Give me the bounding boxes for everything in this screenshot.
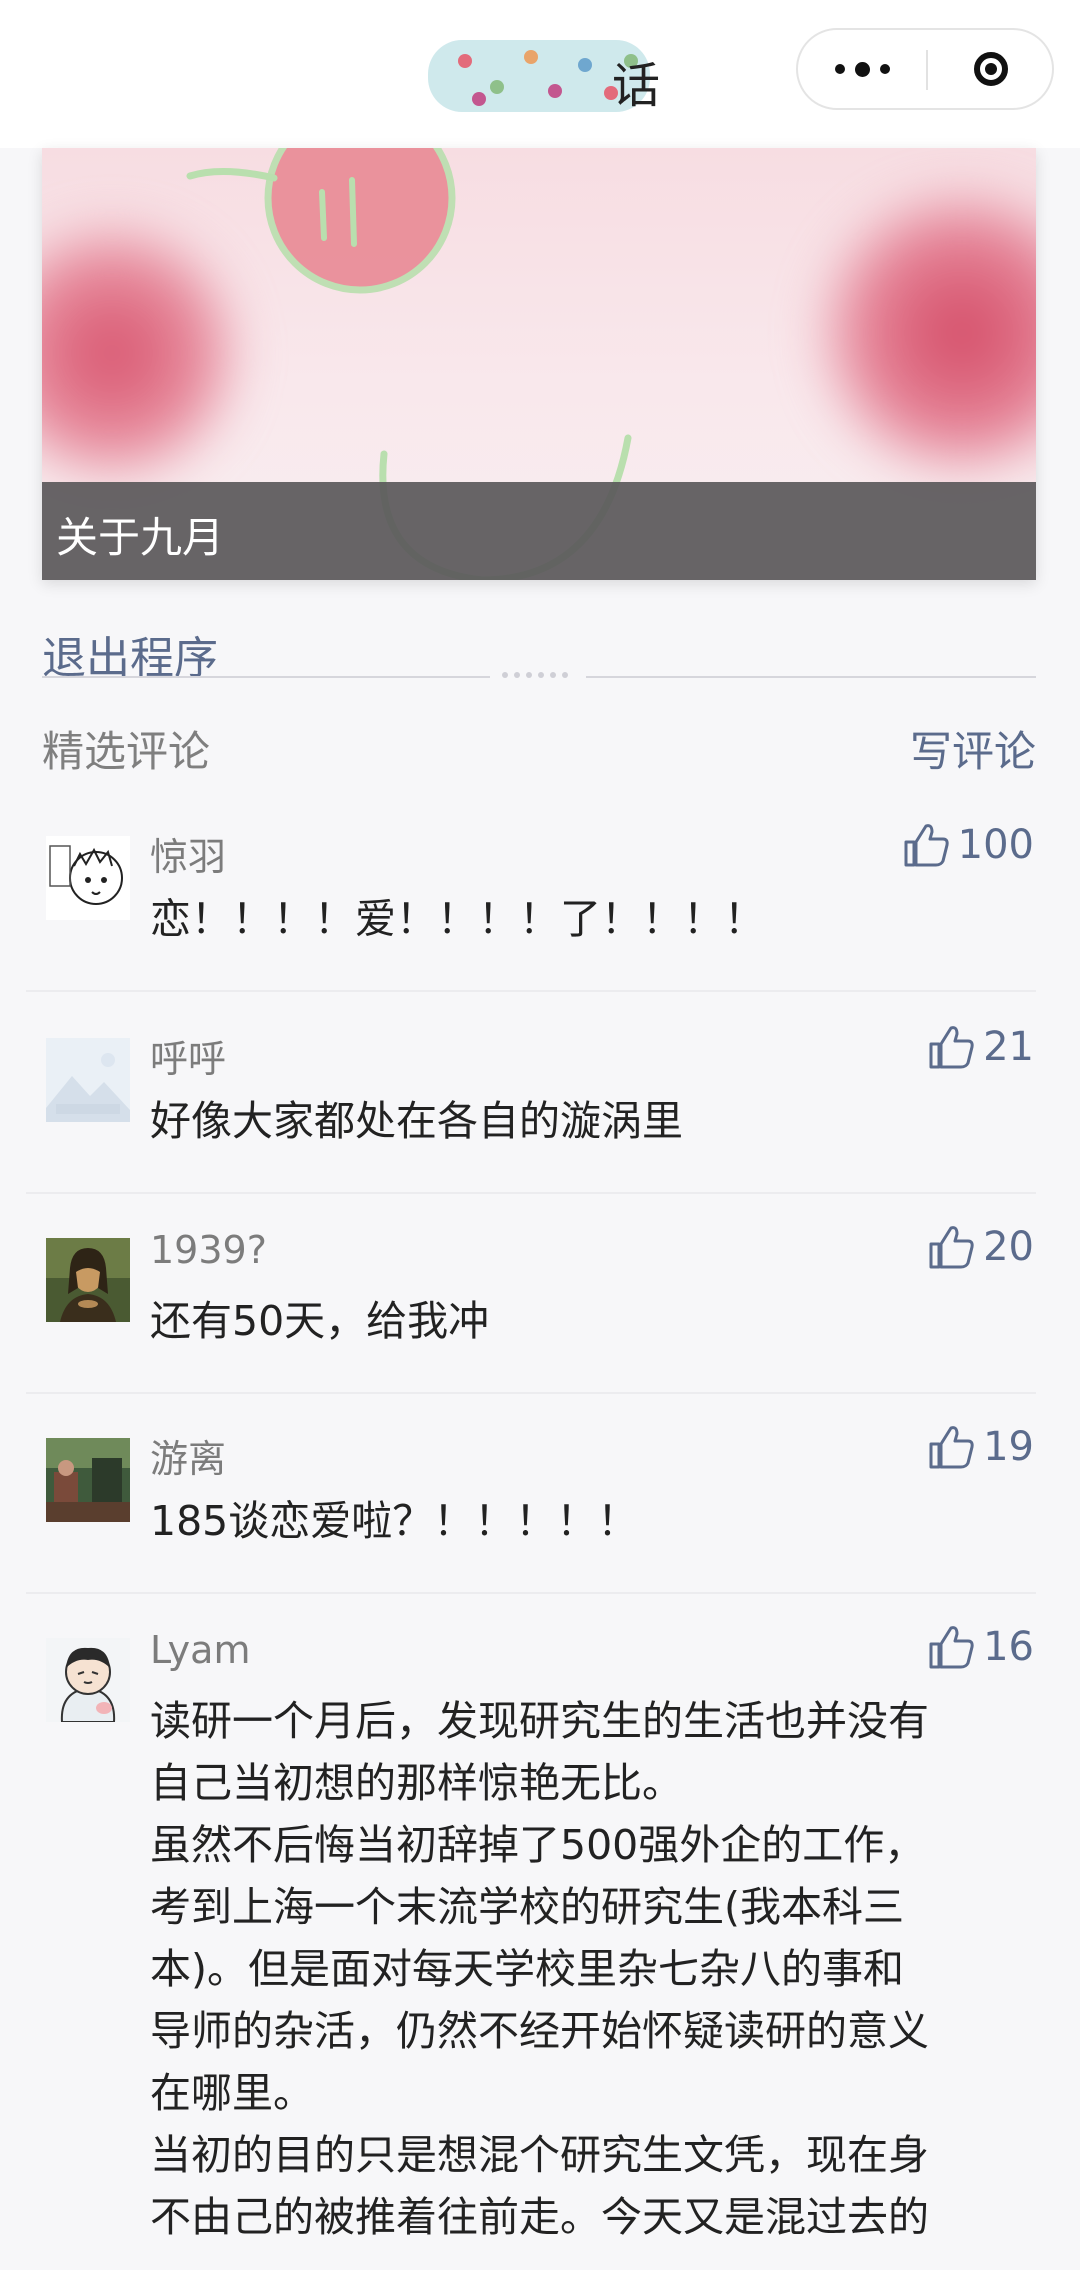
comment-divider xyxy=(26,1392,1036,1394)
avatar[interactable] xyxy=(46,1438,130,1522)
like-count: 21 xyxy=(983,1024,1034,1070)
comment-text: 恋！！！！爱！！！！了！！！！ xyxy=(150,895,765,943)
like-count: 16 xyxy=(983,1624,1034,1670)
divider-line-right xyxy=(586,676,1036,678)
divider-dots xyxy=(502,672,574,678)
comment-nickname: 1939? xyxy=(150,1228,267,1272)
avatar[interactable] xyxy=(46,1238,130,1322)
featured-comments-title: 精选评论 xyxy=(42,727,211,776)
thumbs-up-icon xyxy=(929,1426,974,1469)
comment-text: 读研一个月后，发现研究生的生活也并没有 自己当初想的那样惊艳无比。 虽然不后悔当… xyxy=(150,1697,929,2241)
comment-nickname: 呼呼 xyxy=(150,1037,227,1081)
more-dots-icon-center xyxy=(854,61,870,77)
more-dots-icon xyxy=(834,64,845,74)
like-count: 100 xyxy=(957,822,1034,868)
comment-text: 好像大家都处在各自的漩涡里 xyxy=(150,1097,683,1145)
article-title: 关于九月 xyxy=(56,513,225,562)
thumbs-up-icon xyxy=(929,1026,974,1069)
more-dots-icon-right xyxy=(879,64,890,74)
avatar[interactable] xyxy=(46,1638,130,1722)
like-count: 19 xyxy=(983,1424,1034,1470)
nav-title-fragment: 话 xyxy=(612,58,661,114)
comment-nickname: Lyam xyxy=(150,1628,251,1672)
nav-bar: 话 xyxy=(0,0,1080,148)
like-button[interactable]: 16 xyxy=(927,1624,1034,1670)
comment-nickname: 游离 xyxy=(150,1437,227,1481)
comment-divider xyxy=(26,1192,1036,1194)
like-button[interactable]: 20 xyxy=(927,1224,1034,1270)
comment-divider xyxy=(26,990,1036,992)
cover-caption-bar: 关于九月 xyxy=(42,482,1036,580)
thumbs-up-icon xyxy=(904,824,949,867)
divider-line-left xyxy=(42,676,490,678)
like-count: 20 xyxy=(983,1224,1034,1270)
avatar[interactable] xyxy=(46,836,130,920)
mini-program-capsule xyxy=(796,28,1054,110)
close-mini-program-button[interactable] xyxy=(928,30,1054,108)
like-button[interactable]: 100 xyxy=(902,822,1034,868)
like-button[interactable]: 19 xyxy=(927,1424,1034,1470)
like-button[interactable]: 21 xyxy=(927,1024,1034,1070)
target-circle-icon xyxy=(974,52,1008,86)
thumbs-up-icon xyxy=(929,1626,974,1669)
avatar[interactable] xyxy=(46,1038,130,1122)
comment-text: 还有50天，给我冲 xyxy=(150,1297,490,1345)
more-button[interactable] xyxy=(798,30,926,108)
comment-nickname: 惊羽 xyxy=(150,835,227,879)
comment-text: 185谈恋爱啦？！！！！！ xyxy=(150,1497,639,1545)
comment-divider xyxy=(26,1592,1036,1594)
write-comment-button[interactable]: 写评论 xyxy=(910,718,1036,779)
article-cover-card[interactable]: 关于九月 xyxy=(42,148,1036,580)
thumbs-up-icon xyxy=(929,1226,974,1269)
